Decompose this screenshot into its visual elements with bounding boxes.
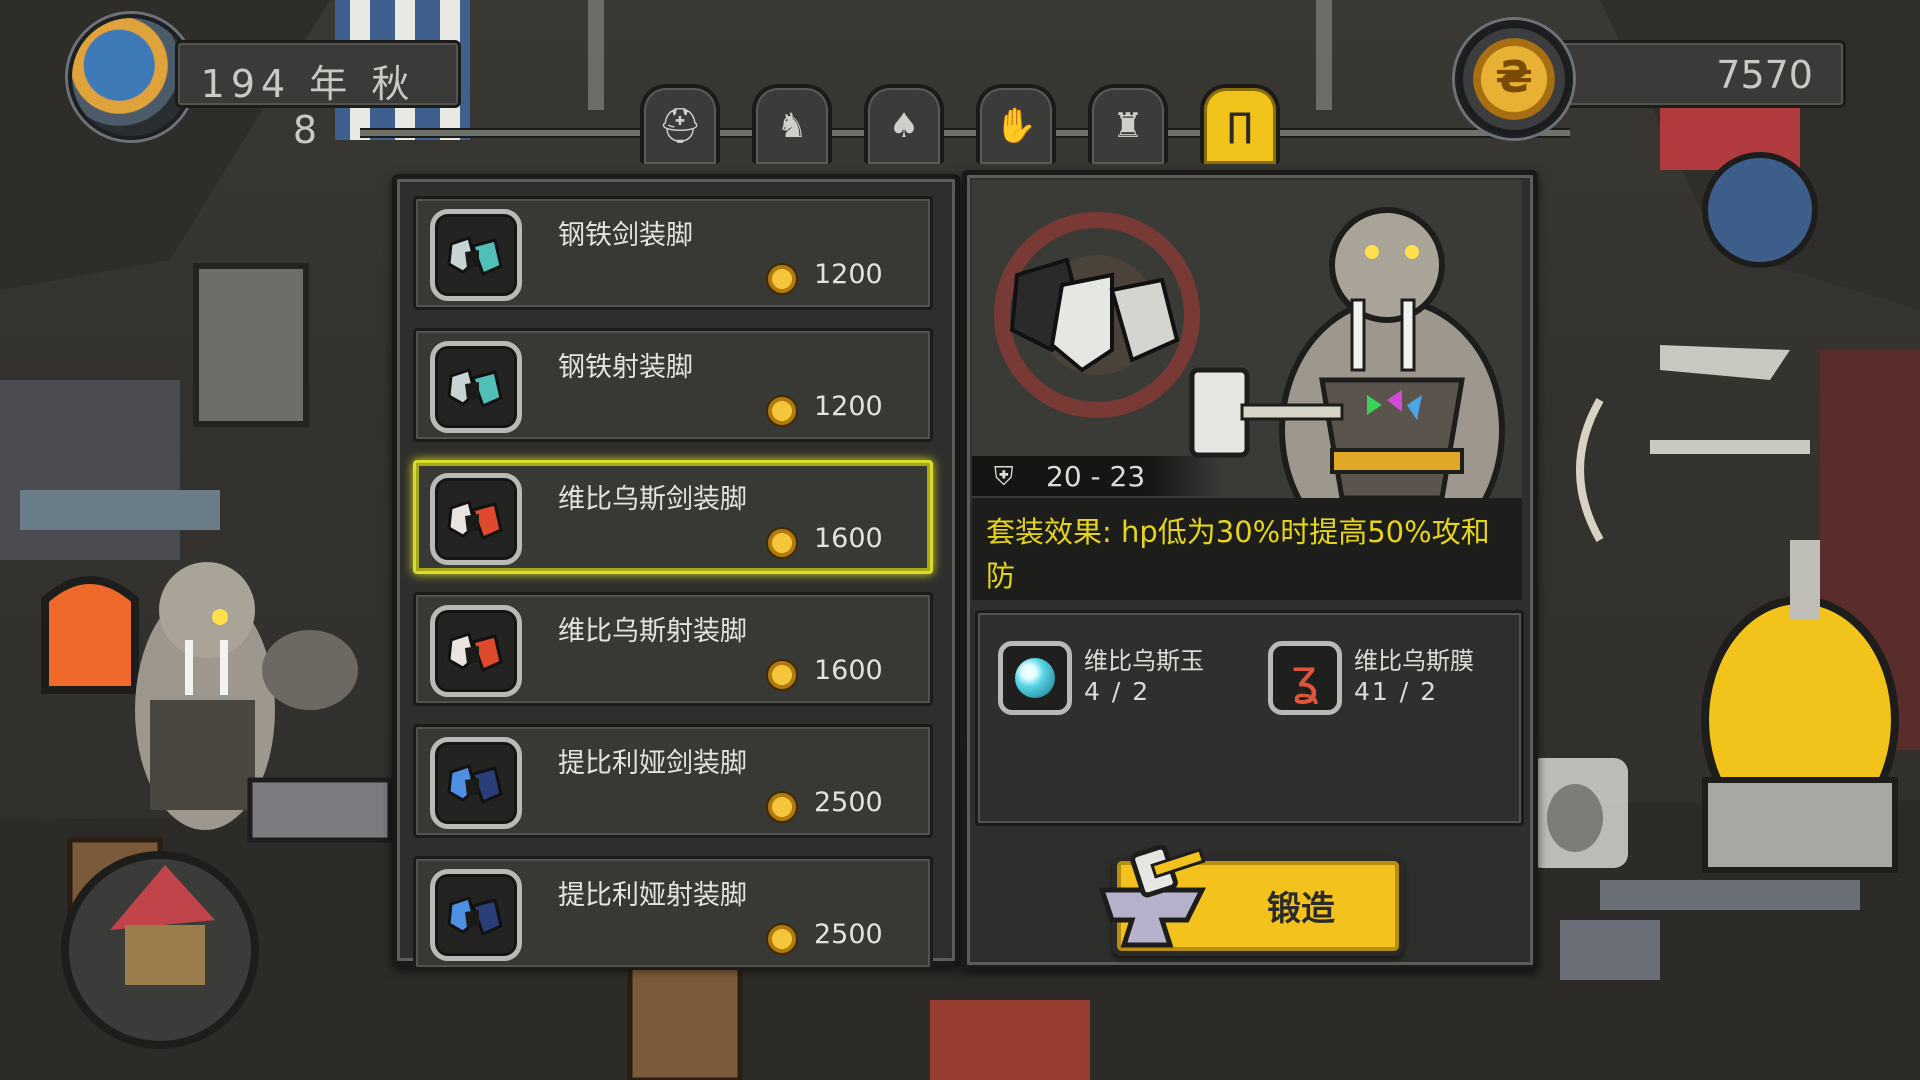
anvil-icon: [1098, 845, 1207, 948]
gold-coin-icon: [766, 791, 798, 823]
item-name: 维比乌斯射装脚: [558, 616, 747, 647]
forge-button-label: 锻造: [1267, 889, 1335, 929]
gold-amount: 7570: [1716, 53, 1813, 97]
item-price: 1200: [814, 259, 883, 290]
date-text: 194 年 秋 8: [200, 62, 416, 152]
category-tab[interactable]: ♠: [864, 84, 944, 164]
chest-armor-tab-icon: ♜: [1112, 106, 1144, 146]
gold-display: 7570: [1540, 40, 1846, 108]
category-tab[interactable]: ∏: [1200, 84, 1280, 164]
glove-tab-icon: ✋: [994, 106, 1038, 146]
crest-tab-icon: ♠: [888, 106, 920, 146]
gold-coin-icon: ₴: [1455, 20, 1573, 138]
gold-coin-icon: [766, 263, 798, 295]
item-preview-illustration: [972, 180, 1522, 498]
gold-coin-icon: [766, 395, 798, 427]
leg-armor-icon: [430, 869, 522, 961]
gold-coin-icon: [766, 527, 798, 559]
required-materials-panel: 维比乌斯玉 4 / 2 ʓ 维比乌斯膜 41 / 2: [975, 610, 1524, 826]
item-price: 2500: [814, 919, 883, 950]
item-name: 维比乌斯剑装脚: [558, 484, 747, 515]
category-tab[interactable]: ✋: [976, 84, 1056, 164]
material-count: 4 / 2: [1084, 677, 1151, 706]
item-price: 1600: [814, 655, 883, 686]
gem-icon: [998, 641, 1072, 715]
gold-coin-icon: [766, 923, 798, 955]
boot-shape-tab-icon: ♞: [776, 106, 808, 146]
leg-armor-icon: [430, 209, 522, 301]
attack-crest-icon: ⛨: [994, 462, 1014, 492]
item-preview-area: [972, 180, 1522, 498]
forge-item-row[interactable]: 维比乌斯射装脚 1600: [413, 592, 933, 706]
attack-range-value: 20 - 23: [1046, 460, 1146, 493]
forge-item-row[interactable]: 提比利娅射装脚 2500: [413, 856, 933, 970]
helmet-tab-icon: ⛑: [658, 106, 702, 146]
set-effect-box: 套装效果: hp低为30%时提高50%攻和防: [972, 498, 1522, 600]
material-name: 维比乌斯玉: [1084, 647, 1204, 675]
forge-item-row[interactable]: 钢铁射装脚 1200: [413, 328, 933, 442]
item-name: 钢铁射装脚: [558, 352, 693, 383]
item-name: 钢铁剑装脚: [558, 220, 693, 251]
membrane-icon: ʓ: [1268, 641, 1342, 715]
forge-item-row[interactable]: 提比利娅剑装脚 2500: [413, 724, 933, 838]
item-price: 1200: [814, 391, 883, 422]
category-tab[interactable]: ♜: [1088, 84, 1168, 164]
item-price: 2500: [814, 787, 883, 818]
leg-armor-icon: [430, 473, 522, 565]
blacksmith-workshop-background: [0, 0, 1920, 1080]
set-effect-text: 套装效果: hp低为30%时提高50%攻和防: [986, 515, 1490, 593]
material-count: 41 / 2: [1354, 677, 1439, 706]
forge-item-row[interactable]: 维比乌斯剑装脚 1600: [413, 460, 933, 574]
item-price: 1600: [814, 523, 883, 554]
category-tab[interactable]: ♞: [752, 84, 832, 164]
attack-range-strip: ⛨ 20 - 23: [972, 456, 1222, 496]
material-name: 维比乌斯膜: [1354, 647, 1474, 675]
leg-armor-icon: [430, 605, 522, 697]
gold-coin-icon: [766, 659, 798, 691]
leg-armor-tab-icon: ∏: [1227, 106, 1253, 146]
date-display: 194 年 秋 8: [175, 40, 461, 152]
category-tab[interactable]: ⛑: [640, 84, 720, 164]
item-name: 提比利娅射装脚: [558, 880, 747, 911]
leg-armor-icon: [430, 737, 522, 829]
leg-armor-icon: [430, 341, 522, 433]
item-name: 提比利娅剑装脚: [558, 748, 747, 779]
forge-item-row[interactable]: 钢铁剑装脚 1200: [413, 196, 933, 310]
